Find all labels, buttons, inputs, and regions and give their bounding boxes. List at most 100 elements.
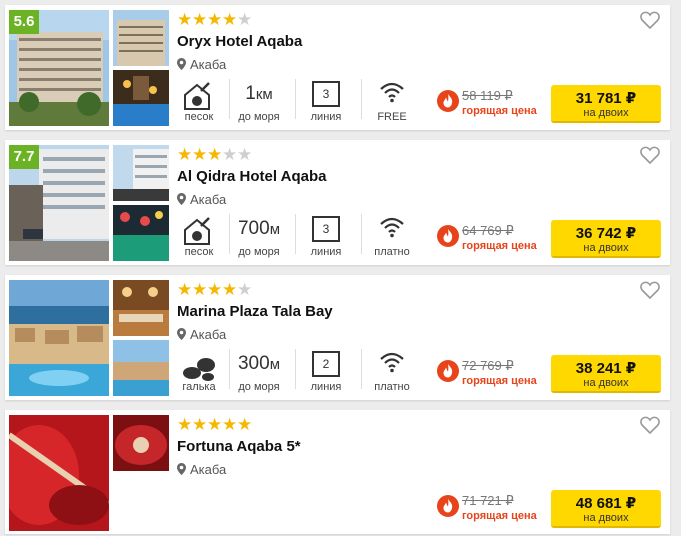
feature-divider	[361, 214, 362, 254]
line-number: 2	[312, 351, 340, 377]
favorite-heart-icon[interactable]	[640, 146, 660, 164]
price-note: на двоих	[583, 242, 629, 254]
hotel-card[interactable]: ★★★★★ Fortuna Aqaba 5* Акаба 71 721 ₽ го…	[5, 410, 670, 534]
wifi-icon	[380, 352, 404, 373]
distance-unit: м	[269, 221, 280, 238]
star-rating: ★★★★★	[177, 11, 252, 28]
old-price: 64 769 ₽	[462, 223, 514, 238]
hotel-name[interactable]: Marina Plaza Tala Bay	[177, 303, 333, 320]
hot-price-label: горящая цена	[462, 510, 537, 522]
price-button[interactable]: 38 241 ₽ на двоих	[551, 355, 661, 393]
hot-price-label: горящая цена	[462, 105, 537, 117]
hot-price-block: 71 721 ₽ горящая цена	[437, 490, 557, 526]
beach-feature: песок	[177, 77, 221, 125]
star-icon: ★	[192, 415, 208, 434]
beach-feature: галька	[177, 347, 221, 395]
old-price: 71 721 ₽	[462, 493, 514, 508]
wifi-label: платно	[374, 246, 410, 258]
price-value: 48 681 ₽	[575, 495, 637, 512]
hotel-name[interactable]: Al Qidra Hotel Aqaba	[177, 168, 326, 185]
location-pin-icon	[177, 463, 186, 475]
city-label: Акаба	[190, 192, 227, 207]
price-value: 36 742 ₽	[575, 225, 637, 242]
feature-divider	[295, 214, 296, 254]
hotel-photo-main[interactable]	[9, 415, 109, 531]
flame-icon	[437, 495, 459, 517]
hot-price-label: горящая цена	[462, 240, 537, 252]
hotel-card[interactable]: ★★★★★ Marina Plaza Tala Bay Акаба галька…	[5, 275, 670, 400]
hot-price-block: 58 119 ₽ горящая цена	[437, 85, 557, 121]
price-note: на двоих	[583, 512, 629, 524]
favorite-heart-icon[interactable]	[640, 11, 660, 29]
wifi-feature: платно	[363, 347, 421, 395]
distance-feature: 1км до моря	[231, 77, 287, 125]
star-icon: ★	[237, 415, 253, 434]
star-icon: ★	[222, 145, 238, 164]
star-icon: ★	[207, 415, 223, 434]
distance-unit: км	[255, 86, 273, 103]
price-button[interactable]: 48 681 ₽ на двоих	[551, 490, 661, 528]
star-icon: ★	[192, 145, 208, 164]
star-icon: ★	[222, 280, 238, 299]
rating-badge: 7.7	[9, 145, 39, 169]
star-icon: ★	[237, 10, 253, 29]
hotel-card[interactable]: 7.7 ★★★★★ Al Qidra Hotel Aqaba Акаба пес…	[5, 140, 670, 265]
line-label: линия	[310, 381, 342, 393]
distance-value: 700м	[231, 218, 287, 240]
distance-number: 700	[237, 218, 270, 239]
hotel-name[interactable]: Fortuna Aqaba 5*	[177, 438, 301, 455]
hotel-city: Акаба	[177, 57, 226, 72]
hotel-photo-thumb[interactable]	[113, 145, 169, 201]
favorite-heart-icon[interactable]	[640, 416, 660, 434]
favorite-heart-icon[interactable]	[640, 281, 660, 299]
hot-price-block: 64 769 ₽ горящая цена	[437, 220, 557, 256]
price-button[interactable]: 36 742 ₽ на двоих	[551, 220, 661, 258]
distance-feature: 300м до моря	[231, 347, 287, 395]
feature-divider	[295, 79, 296, 119]
line-feature: 3 линия	[297, 77, 355, 125]
distance-number: 1	[245, 83, 256, 104]
distance-number: 300	[237, 353, 270, 374]
star-rating: ★★★★★	[177, 281, 252, 298]
flame-icon	[437, 90, 459, 112]
price-value: 31 781 ₽	[575, 90, 637, 107]
pebble-beach-icon	[183, 358, 215, 381]
wifi-feature: FREE	[363, 77, 421, 125]
star-icon: ★	[177, 280, 193, 299]
beach-feature: песок	[177, 212, 221, 260]
line-number: 3	[312, 81, 340, 107]
feature-divider	[229, 349, 230, 389]
price-note: на двоих	[583, 107, 629, 119]
line-number: 3	[312, 216, 340, 242]
star-icon: ★	[207, 145, 223, 164]
star-icon: ★	[222, 415, 238, 434]
distance-value: 300м	[231, 353, 287, 375]
sand-beach-icon	[184, 82, 210, 110]
sand-beach-icon	[184, 217, 210, 245]
price-note: на двоих	[583, 377, 629, 389]
feature-divider	[229, 79, 230, 119]
hotel-photo-main[interactable]	[9, 280, 109, 396]
hotel-photo-thumb[interactable]	[113, 70, 169, 126]
star-icon: ★	[237, 280, 253, 299]
hotel-photo-thumb[interactable]	[113, 340, 169, 396]
line-label: линия	[310, 246, 342, 258]
price-button[interactable]: 31 781 ₽ на двоих	[551, 85, 661, 123]
star-icon: ★	[177, 145, 193, 164]
line-feature: 2 линия	[297, 347, 355, 395]
hotel-city: Акаба	[177, 192, 226, 207]
hotel-card[interactable]: 5.6 ★★★★★ Oryx Hotel Aqaba Акаба песок 1…	[5, 5, 670, 130]
hotel-photo-thumb[interactable]	[113, 415, 169, 471]
star-icon: ★	[177, 415, 193, 434]
hotel-city: Акаба	[177, 327, 226, 342]
hotel-photo-thumb[interactable]	[113, 10, 169, 66]
hotel-name[interactable]: Oryx Hotel Aqaba	[177, 33, 302, 50]
hot-price-label: горящая цена	[462, 375, 537, 387]
wifi-feature: платно	[363, 212, 421, 260]
beach-type-label: песок	[184, 111, 214, 123]
star-rating: ★★★★★	[177, 146, 252, 163]
feature-divider	[361, 79, 362, 119]
hotel-photo-thumb[interactable]	[113, 280, 169, 336]
hotel-photo-thumb[interactable]	[113, 205, 169, 261]
distance-label: до моря	[238, 246, 280, 258]
